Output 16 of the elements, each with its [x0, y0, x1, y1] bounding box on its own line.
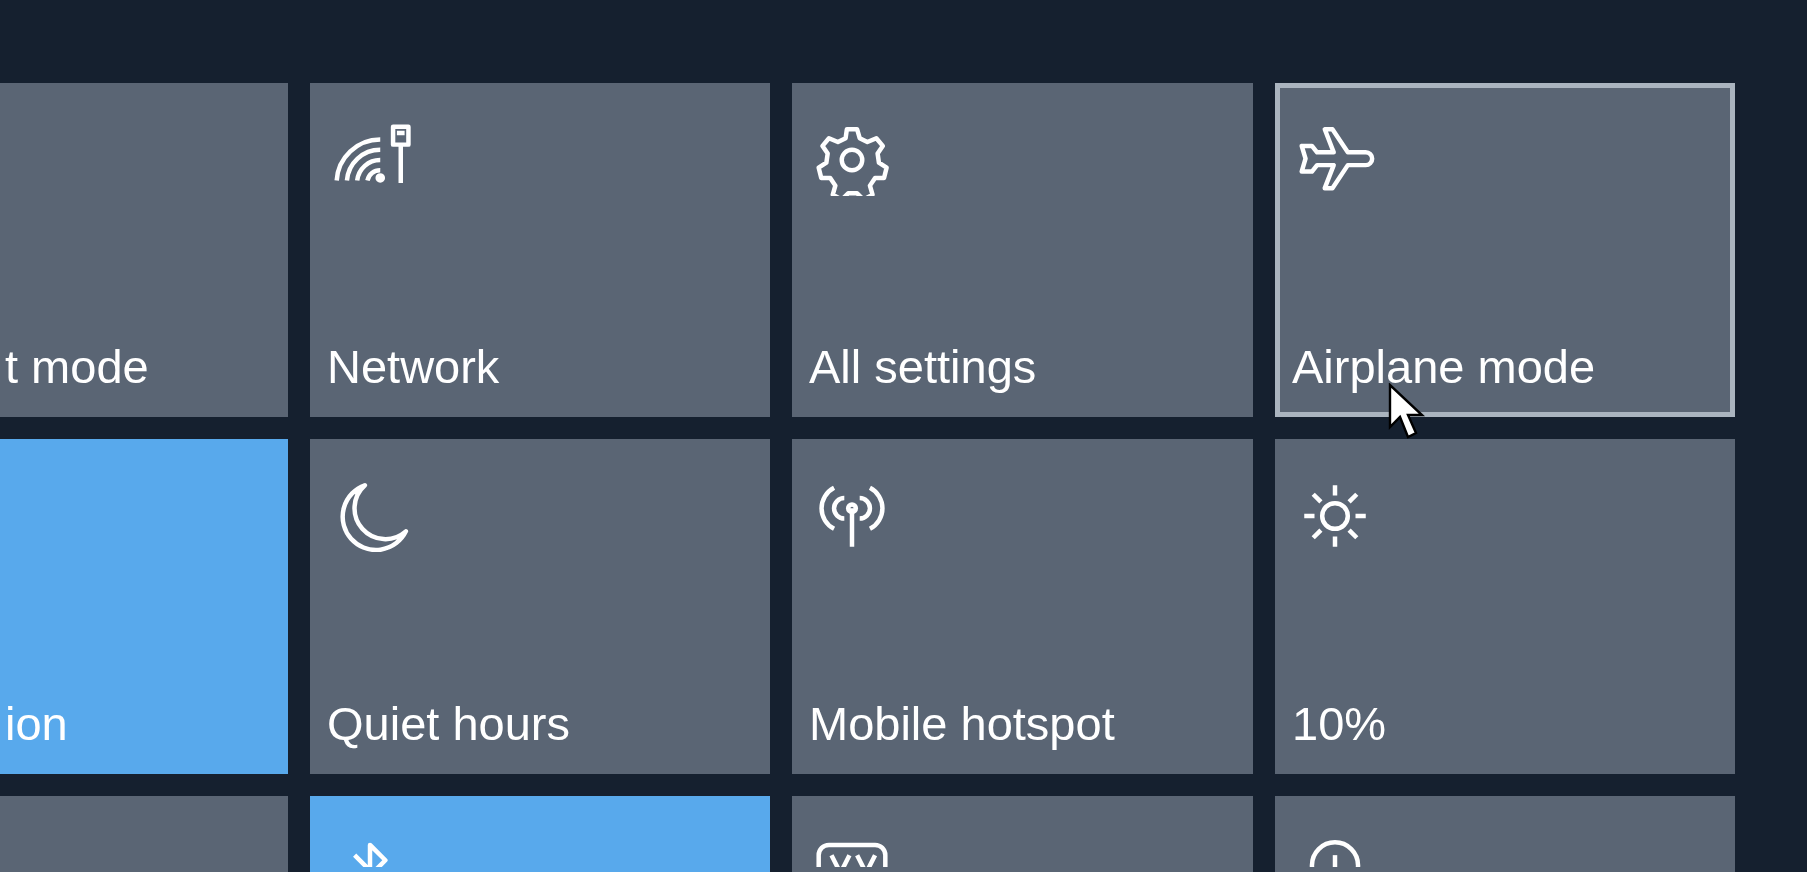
tile-label: t mode — [5, 343, 149, 390]
quick-action-tile[interactable] — [792, 796, 1253, 872]
quick-action-tile[interactable]: 10% — [1275, 439, 1735, 774]
quick-action-tile[interactable]: Airplane mode — [1275, 83, 1735, 417]
quick-action-tile[interactable]: All settings — [792, 83, 1253, 417]
quick-action-tile[interactable]: Quiet hours — [310, 439, 770, 774]
quick-action-tile[interactable] — [0, 796, 288, 872]
quick-action-tile[interactable]: Network — [310, 83, 770, 417]
quick-action-tile[interactable] — [310, 796, 770, 872]
tile-label: Network — [327, 343, 500, 390]
quick-action-tile[interactable]: Mobile hotspot — [792, 439, 1253, 774]
tile-label: Quiet hours — [327, 700, 570, 747]
tile-label: ion — [5, 700, 68, 747]
quick-action-tile[interactable] — [1275, 796, 1735, 872]
quick-action-tile[interactable]: t mode — [0, 83, 288, 417]
tile-label: 10% — [1292, 700, 1387, 747]
